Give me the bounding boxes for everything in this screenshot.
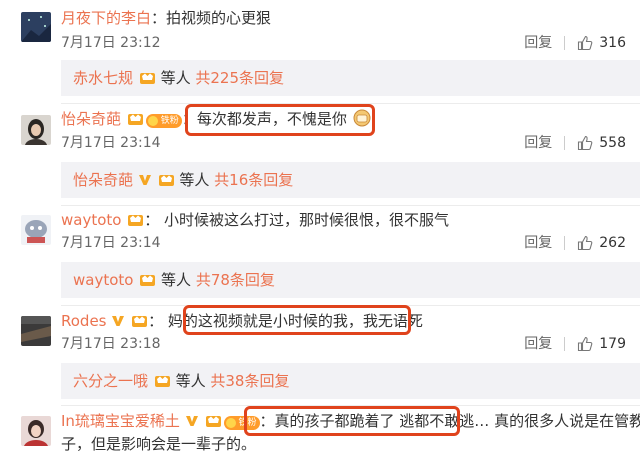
verified-v-icon — [112, 316, 125, 326]
timestamp: 7月17日 23:14 — [61, 135, 161, 151]
member-icon — [154, 376, 170, 387]
like-count: 558 — [599, 135, 626, 151]
sub-reply-user[interactable]: 六分之一哦 — [73, 372, 148, 390]
like-count: 316 — [599, 35, 626, 51]
sub-reply-user[interactable]: 怡朵奇葩 — [73, 171, 133, 189]
sub-reply-user[interactable]: waytoto — [73, 271, 133, 289]
highlight-box — [244, 406, 460, 436]
divider — [564, 36, 566, 50]
thumbs-up-icon[interactable] — [577, 35, 593, 51]
thumbs-up-icon[interactable] — [577, 336, 593, 352]
sub-reply-deng: 等人 — [179, 171, 210, 189]
comment-text: 拍视频的心更狠 — [166, 9, 272, 27]
sub-replies[interactable]: waytoto 等人 共78条回复 — [61, 262, 640, 298]
colon: ： — [151, 9, 167, 27]
like-count: 179 — [599, 336, 626, 352]
reply-button[interactable]: 回复 — [524, 34, 552, 52]
thumbs-up-icon[interactable] — [577, 135, 593, 151]
timestamp: 7月17日 23:18 — [61, 336, 161, 352]
more-replies-link[interactable]: 共225条回复 — [195, 69, 284, 87]
member-icon — [132, 316, 148, 327]
avatar[interactable] — [21, 215, 51, 245]
sub-replies[interactable]: 怡朵奇葩 等人 共16条回复 — [61, 162, 640, 198]
fan-badge: 铁粉 — [145, 114, 182, 128]
more-replies-link[interactable]: 共78条回复 — [196, 271, 275, 289]
colon: ： — [144, 211, 160, 229]
more-replies-link[interactable]: 共38条回复 — [210, 372, 289, 390]
comment-text: 真的很多人说是在管教孩 — [494, 412, 640, 430]
comment-text-line2: 子，但是影响会是一辈子的。 — [61, 435, 257, 453]
avatar[interactable] — [21, 115, 51, 145]
member-icon — [140, 275, 156, 286]
timestamp: 7月17日 23:12 — [61, 35, 161, 51]
avatar[interactable] — [21, 12, 51, 42]
divider — [564, 337, 566, 351]
verified-v-icon — [138, 175, 151, 185]
username[interactable]: In琉璃宝宝爱稀土 — [61, 412, 180, 430]
highlight-box — [183, 305, 411, 335]
member-icon — [128, 215, 144, 226]
member-icon — [139, 73, 155, 84]
reply-button[interactable]: 回复 — [524, 134, 552, 152]
sub-reply-deng: 等人 — [160, 69, 191, 87]
reply-button[interactable]: 回复 — [524, 234, 552, 252]
username[interactable]: Rodes — [61, 312, 107, 330]
member-icon — [205, 416, 221, 427]
verified-v-icon — [185, 416, 198, 426]
thumbs-up-icon[interactable] — [577, 235, 593, 251]
divider — [564, 136, 566, 150]
sub-reply-user[interactable]: 赤水七规 — [73, 69, 133, 87]
reply-button[interactable]: 回复 — [524, 335, 552, 353]
username[interactable]: 月夜下的李白 — [61, 9, 151, 27]
username[interactable]: 怡朵奇葩 — [61, 110, 121, 128]
sub-reply-deng: 等人 — [175, 372, 206, 390]
sub-replies[interactable]: 六分之一哦 等人 共38条回复 — [61, 363, 640, 399]
highlight-box — [185, 104, 375, 136]
like-count: 262 — [599, 235, 626, 251]
sub-replies[interactable]: 赤水七规 等人 共225条回复 — [61, 60, 640, 96]
divider — [61, 205, 640, 206]
username[interactable]: waytoto — [61, 211, 121, 229]
comment-text: 小时候被这么打过，那时候很恨，很不服气 — [164, 211, 450, 229]
colon: ： — [148, 312, 164, 330]
member-icon — [158, 175, 174, 186]
avatar[interactable] — [21, 416, 51, 446]
timestamp: 7月17日 23:14 — [61, 235, 161, 251]
avatar[interactable] — [21, 316, 51, 346]
sub-reply-deng: 等人 — [161, 271, 192, 289]
more-replies-link[interactable]: 共16条回复 — [214, 171, 293, 189]
divider — [564, 236, 566, 250]
member-icon — [127, 114, 143, 125]
